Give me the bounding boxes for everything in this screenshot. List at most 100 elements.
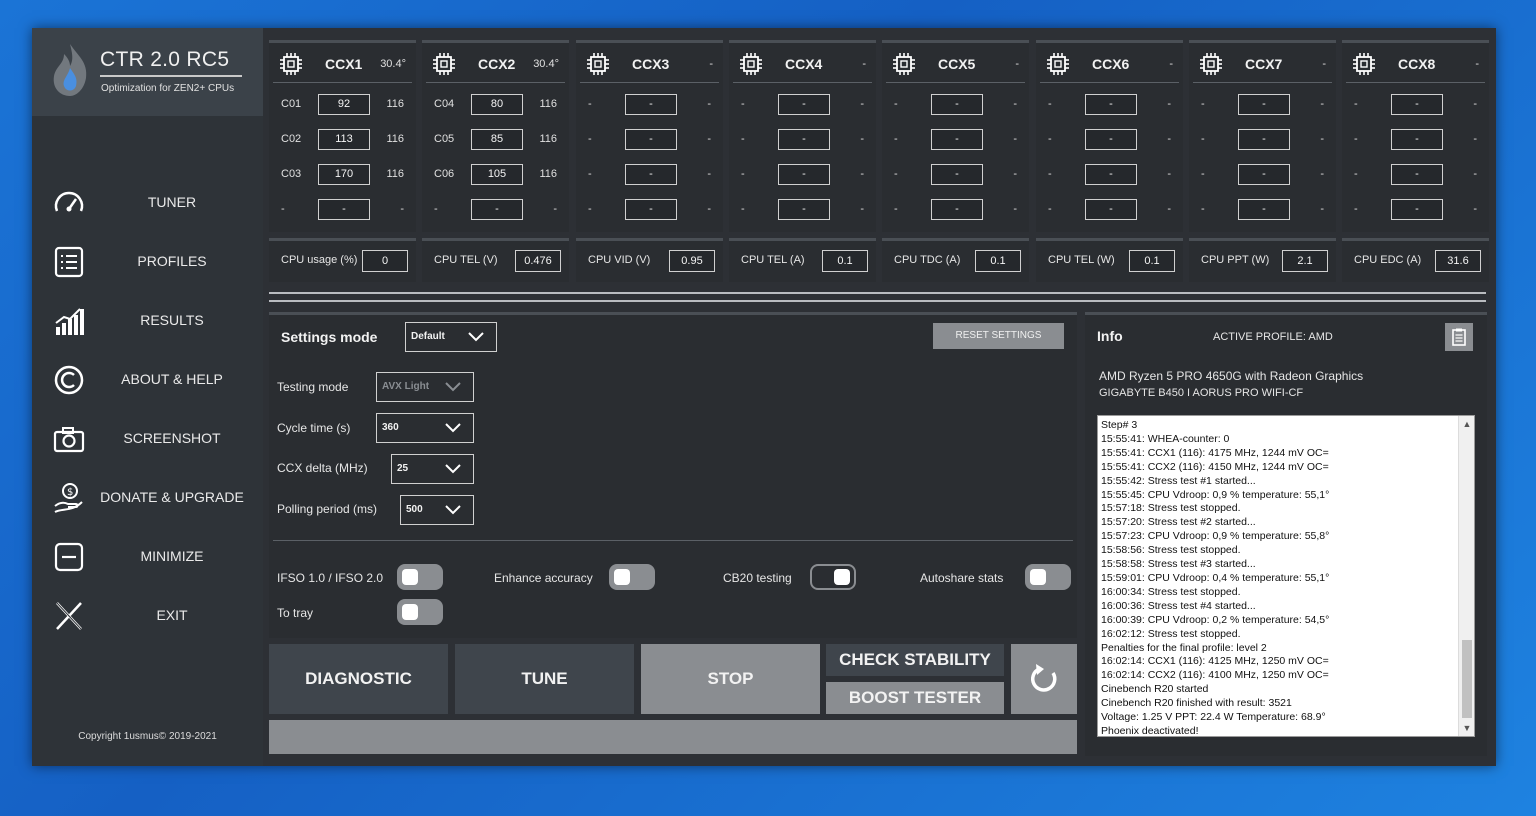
core-name: - [1354, 168, 1358, 180]
log-box[interactable]: Step# 3 15:55:41: WHEA-counter: 0 15:55:41… [1097, 415, 1475, 737]
log-scrollbar[interactable]: ▲ ▼ [1458, 416, 1474, 736]
core-value-field[interactable]: - [1391, 164, 1443, 185]
core-value-field[interactable]: - [931, 94, 983, 115]
scroll-down-icon[interactable]: ▼ [1459, 720, 1474, 736]
cpu-chip-icon [739, 52, 763, 76]
autoshare-stats-toggle[interactable] [1025, 564, 1071, 590]
diagnostic-button[interactable]: DIAGNOSTIC [269, 644, 448, 714]
log-line: 15:55:41: CCX1 (116): 4175 MHz, 1244 mV … [1101, 446, 1329, 459]
settings-mode-dropdown[interactable]: Default [405, 322, 497, 352]
core-max: - [707, 203, 711, 215]
nav-profiles[interactable]: PROFILES [32, 240, 263, 284]
divider [1346, 82, 1485, 83]
core-value-field[interactable]: - [778, 164, 830, 185]
nav-label: EXIT [156, 607, 188, 623]
cycle-time-dropdown[interactable]: 360 [376, 413, 474, 443]
log-line: 15:57:18: Stress test stopped. [1101, 502, 1241, 515]
toggle-knob [1030, 569, 1046, 585]
dropdown-value: Default [411, 331, 445, 342]
core-value-field[interactable]: - [625, 129, 677, 150]
app-window: CTR 2.0 RC5 Optimization for ZEN2+ CPUs … [32, 28, 1496, 766]
nav-donate-upgrade[interactable]: $ DONATE & UPGRADE [32, 476, 263, 520]
to-tray-toggle[interactable] [397, 599, 443, 625]
core-value-field[interactable]: 80 [471, 94, 523, 115]
copy-log-button[interactable] [1445, 323, 1473, 351]
ifso-toggle[interactable] [397, 564, 443, 590]
core-value-field[interactable]: - [1085, 164, 1137, 185]
core-value-field[interactable]: - [1391, 199, 1443, 220]
nav-screenshot[interactable]: SCREENSHOT [32, 417, 263, 461]
dropdown-value: 25 [397, 463, 409, 474]
log-line: 15:58:56: Stress test stopped. [1101, 544, 1241, 557]
core-max: - [1013, 98, 1017, 110]
minimize-icon [54, 542, 84, 572]
stat-value: 0.1 [822, 250, 868, 272]
core-value-field[interactable]: - [625, 164, 677, 185]
ccx-delta-dropdown[interactable]: 25 [391, 454, 474, 484]
cb20-testing-toggle[interactable] [810, 564, 856, 590]
core-value-field[interactable]: - [625, 94, 677, 115]
enhance-accuracy-toggle[interactable] [609, 564, 655, 590]
scroll-thumb[interactable] [1462, 640, 1472, 718]
log-line: 15:57:23: CPU Vdroop: 0,9 % temperature:… [1101, 530, 1330, 543]
check-stability-button[interactable]: CHECK STABILITY [826, 644, 1004, 676]
polling-period-dropdown[interactable]: 500 [400, 495, 474, 525]
core-name: - [434, 203, 438, 215]
core-value-field[interactable]: - [931, 199, 983, 220]
core-value-field[interactable]: - [1085, 94, 1137, 115]
core-value-field[interactable]: - [1238, 94, 1290, 115]
core-max: - [1473, 133, 1477, 145]
core-value-field[interactable]: - [318, 199, 370, 220]
core-value-field[interactable]: 170 [318, 164, 370, 185]
boost-tester-button[interactable]: BOOST TESTER [826, 682, 1004, 714]
core-name: - [1201, 133, 1205, 145]
nav-results[interactable]: RESULTS [32, 299, 263, 343]
core-value-field[interactable]: - [1391, 94, 1443, 115]
ccx-name: CCX5 [938, 56, 976, 72]
svg-text:$: $ [67, 487, 73, 498]
core-value-field[interactable]: - [1238, 129, 1290, 150]
core-max: - [1320, 168, 1324, 180]
core-row: - - - [882, 94, 1029, 116]
nav-tuner[interactable]: TUNER [32, 181, 263, 225]
core-row: - - - [1189, 129, 1336, 151]
progress-bar [269, 720, 1077, 754]
core-row: - - - [1342, 129, 1489, 151]
core-value-field[interactable]: 105 [471, 164, 523, 185]
core-name: C02 [281, 133, 302, 145]
core-value-field[interactable]: - [778, 199, 830, 220]
tune-button[interactable]: TUNE [455, 644, 634, 714]
active-profile: ACTIVE PROFILE: AMD [1213, 331, 1333, 343]
core-value-field[interactable]: - [1238, 164, 1290, 185]
core-name: - [1048, 203, 1052, 215]
nav-about-help[interactable]: ABOUT & HELP [32, 358, 263, 402]
scroll-up-icon[interactable]: ▲ [1459, 416, 1474, 432]
nav-exit[interactable]: EXIT [32, 594, 263, 638]
nav-minimize[interactable]: MINIMIZE [32, 535, 263, 579]
core-value-field[interactable]: 85 [471, 129, 523, 150]
core-value-field[interactable]: - [471, 199, 523, 220]
core-value-field[interactable]: - [1085, 199, 1137, 220]
core-row: - - - [1036, 94, 1183, 116]
core-value-field[interactable]: - [931, 129, 983, 150]
core-value-field[interactable]: - [931, 164, 983, 185]
core-value-field[interactable]: - [778, 94, 830, 115]
core-name: C06 [434, 168, 455, 180]
stop-button[interactable]: STOP [641, 644, 820, 714]
core-max: - [860, 98, 864, 110]
core-value-field[interactable]: 113 [318, 129, 370, 150]
core-value-field[interactable]: - [625, 199, 677, 220]
core-max: - [860, 203, 864, 215]
core-value-field[interactable]: - [1391, 129, 1443, 150]
core-value-field[interactable]: - [1085, 129, 1137, 150]
log-line: Phoenix deactivated! [1101, 724, 1199, 737]
log-line: 15:57:20: Stress test #2 started... [1101, 516, 1256, 529]
core-row: - - - [1036, 164, 1183, 186]
stat-panel: CPU VID (V) 0.95 [576, 238, 723, 282]
refresh-button[interactable] [1011, 644, 1077, 714]
testing-mode-dropdown[interactable]: AVX Light [376, 372, 474, 402]
core-value-field[interactable]: - [1238, 199, 1290, 220]
reset-settings-button[interactable]: RESET SETTINGS [933, 323, 1064, 349]
core-value-field[interactable]: - [778, 129, 830, 150]
core-value-field[interactable]: 92 [318, 94, 370, 115]
